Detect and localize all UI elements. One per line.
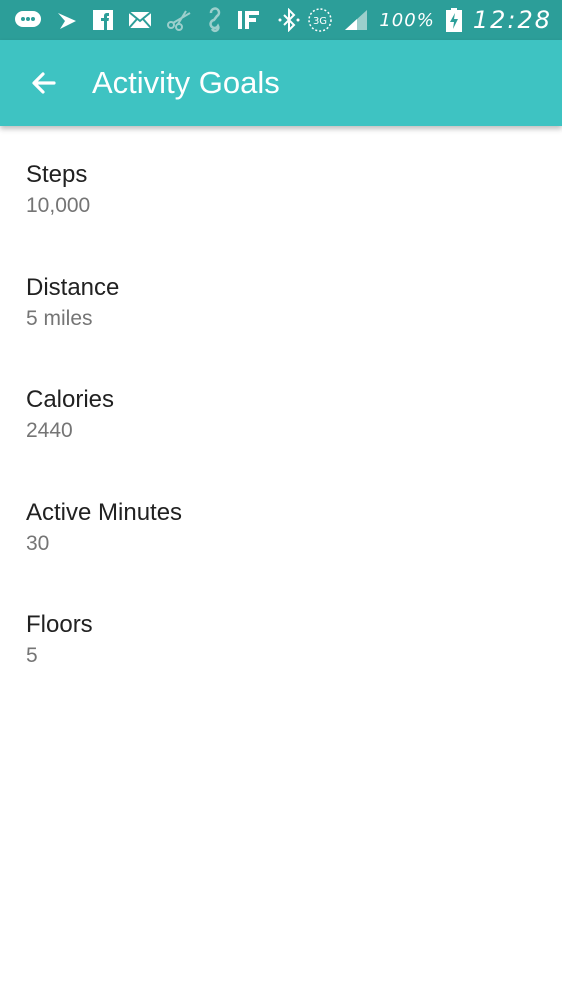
goal-item-active-minutes[interactable]: Active Minutes 30 [0, 498, 562, 611]
goal-item-steps[interactable]: Steps 10,000 [0, 160, 562, 273]
goal-label: Floors [26, 611, 93, 638]
goal-value: 30 [26, 531, 50, 555]
goal-label: Active Minutes [26, 498, 183, 526]
clock: 12:28 [472, 6, 552, 34]
page-title: Activity Goals [92, 65, 280, 100]
goal-label: Calories [26, 386, 115, 413]
message-icon [14, 8, 42, 32]
goal-item-floors[interactable]: Floors 5 [0, 610, 562, 723]
goal-value: 10,000 [26, 194, 91, 217]
goal-label: Steps [26, 161, 88, 188]
notification-icons [14, 7, 307, 33]
hook-icon [206, 7, 222, 33]
battery-percent: 100% [379, 9, 435, 31]
app-bar: Activity Goals [0, 40, 562, 126]
network-3g-label: 3G [313, 16, 327, 27]
battery-charging-icon [445, 8, 463, 32]
facebook-icon [92, 8, 114, 32]
ifttt-icon [236, 8, 262, 32]
sprint-icon [56, 8, 78, 32]
signal-icon [343, 8, 369, 32]
status-bar: 3G 100% 12:28 [0, 0, 562, 40]
goal-value: 5 miles [26, 306, 93, 330]
arrow-back-icon [32, 72, 56, 94]
goal-item-calories[interactable]: Calories 2440 [0, 385, 562, 498]
goal-value: 2440 [26, 419, 73, 442]
goal-label: Distance [26, 273, 120, 301]
back-button[interactable] [26, 65, 62, 101]
system-icons: 3G 100% 12:28 [307, 6, 552, 34]
email-icon [128, 8, 152, 32]
goal-item-distance[interactable]: Distance 5 miles [0, 273, 562, 386]
bluetooth-icon [276, 8, 302, 32]
network-3g-icon: 3G [307, 8, 333, 32]
goal-value: 5 [26, 644, 38, 667]
goals-list: Steps 10,000 Distance 5 miles Calories 2… [0, 126, 562, 723]
scissors-icon [166, 8, 192, 32]
